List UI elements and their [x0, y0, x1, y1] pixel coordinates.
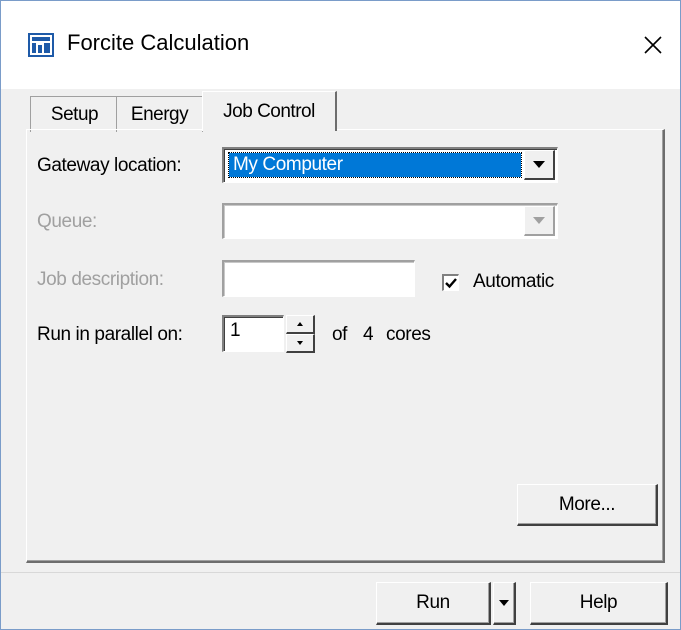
queue-dropdown-button[interactable] — [524, 206, 555, 236]
chevron-down-icon — [533, 161, 545, 168]
spin-up-button[interactable] — [286, 315, 315, 334]
chevron-down-icon — [499, 600, 509, 606]
gateway-dropdown-button[interactable] — [524, 150, 555, 180]
gateway-location-select[interactable]: My Computer — [222, 147, 558, 183]
cores-count: 4 — [363, 324, 374, 345]
chevron-down-icon — [533, 217, 545, 224]
checkmark-icon — [445, 278, 457, 289]
queue-select[interactable] — [222, 203, 558, 239]
parallel-cores-input[interactable]: 1 — [222, 315, 284, 352]
tab-energy[interactable]: Energy — [116, 96, 203, 132]
gateway-location-value: My Computer — [228, 152, 522, 178]
tab-setup[interactable]: Setup — [30, 96, 119, 132]
queue-label: Queue: — [37, 211, 97, 232]
job-description-input[interactable] — [222, 260, 415, 297]
close-button[interactable] — [631, 23, 675, 67]
of-label: of — [332, 324, 348, 345]
app-icon — [28, 33, 54, 57]
window-title: Forcite Calculation — [67, 30, 250, 55]
title-bar: Forcite Calculation — [1, 1, 680, 89]
more-button[interactable]: More... — [517, 484, 658, 526]
gateway-location-label: Gateway location: — [37, 155, 182, 176]
tab-job-control[interactable]: Job Control — [202, 91, 337, 131]
footer-divider — [1, 572, 680, 573]
job-description-label: Job description: — [37, 269, 164, 290]
dialog-window: Forcite Calculation Setup Energy Job Con… — [0, 0, 681, 630]
cores-label: cores — [386, 324, 431, 345]
help-button[interactable]: Help — [530, 582, 668, 625]
spin-down-button[interactable] — [286, 334, 315, 353]
run-in-parallel-label: Run in parallel on: — [37, 324, 183, 345]
spin-up-icon — [297, 322, 303, 326]
close-icon — [644, 36, 662, 54]
run-options-dropdown[interactable] — [493, 582, 516, 625]
spin-down-icon — [297, 341, 303, 345]
parallel-cores-value: 1 — [230, 320, 241, 341]
automatic-label: Automatic — [473, 271, 554, 292]
run-button[interactable]: Run — [376, 582, 491, 625]
automatic-checkbox[interactable] — [442, 274, 459, 291]
